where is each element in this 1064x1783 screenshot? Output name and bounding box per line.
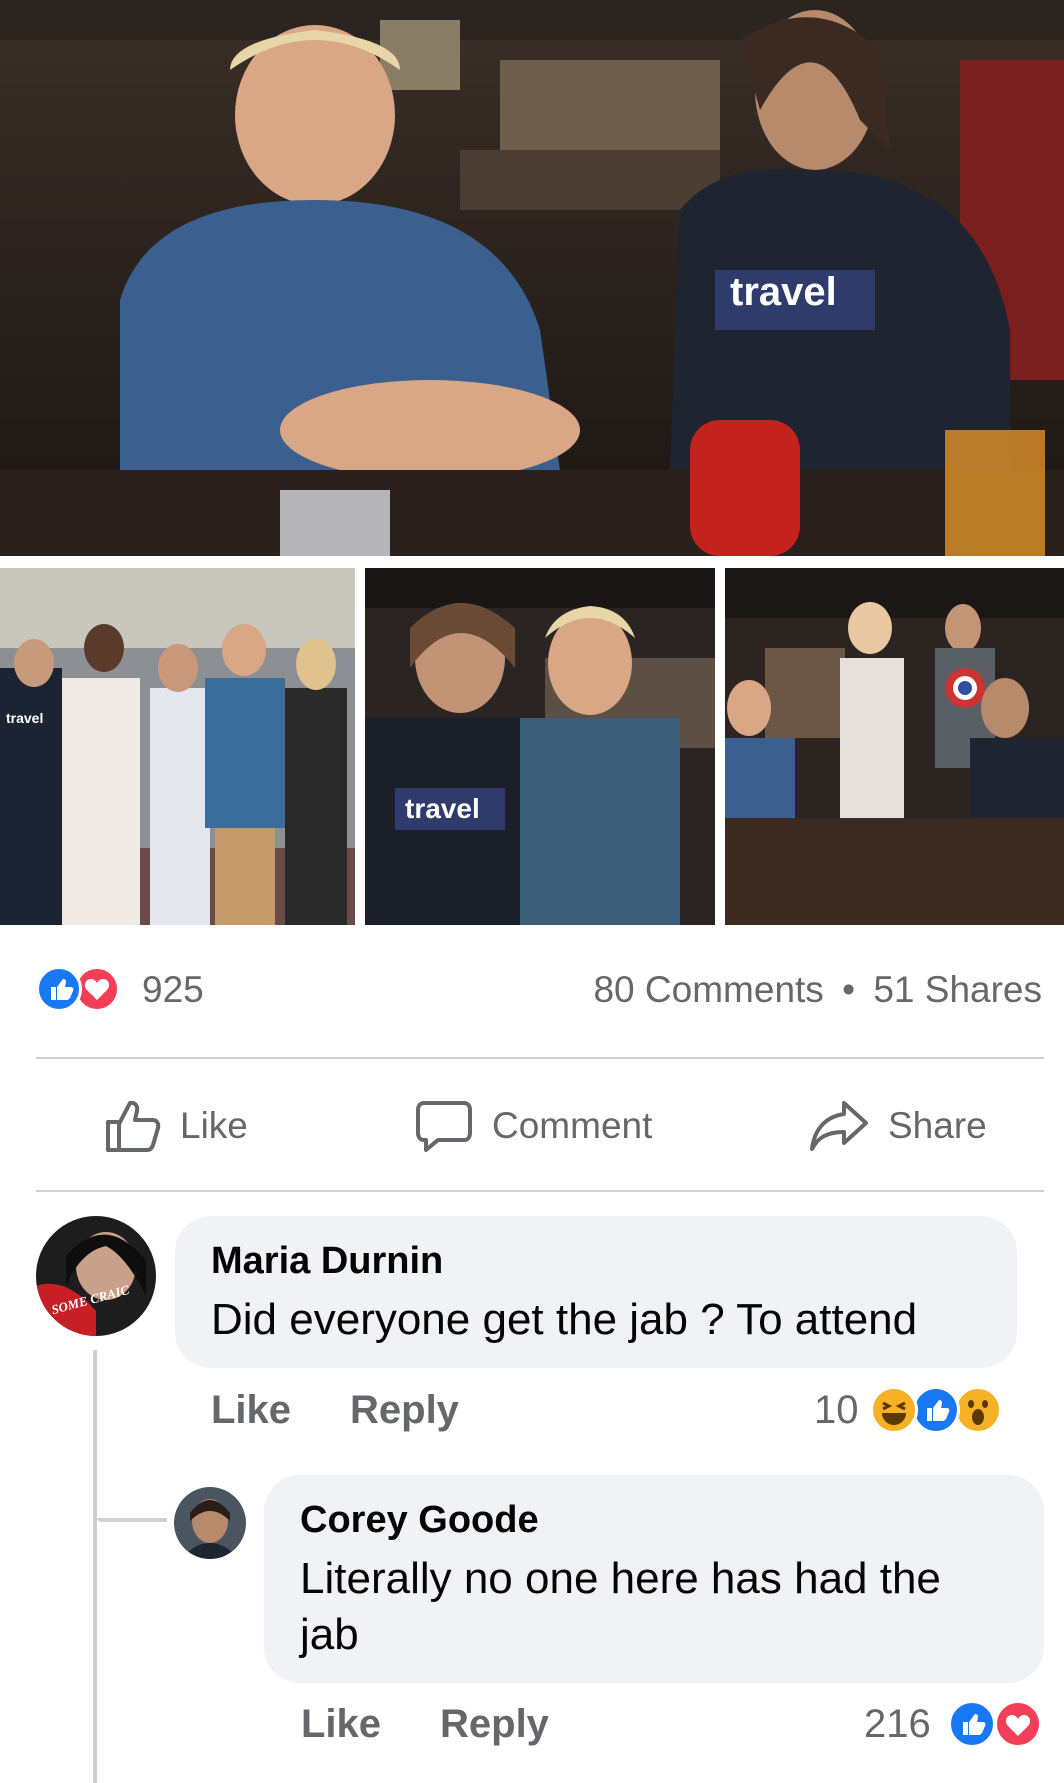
comment-like-button[interactable]: Like (301, 1700, 381, 1748)
share-icon (810, 1101, 868, 1151)
comment-bubble[interactable]: Corey Goode Literally no one here has ha… (264, 1475, 1044, 1683)
comment-reply-button[interactable]: Reply (350, 1386, 459, 1434)
post-stats: 80 Comments • 51 Shares (593, 968, 1042, 1012)
divider (36, 1057, 1044, 1059)
shares-count[interactable]: 51 Shares (873, 969, 1042, 1010)
share-label: Share (888, 1105, 987, 1146)
svg-text:travel: travel (730, 270, 837, 314)
comment-like-button[interactable]: Like (211, 1386, 291, 1434)
comment-button[interactable]: Comment (414, 1096, 652, 1156)
svg-text:travel: travel (405, 793, 480, 824)
like-reaction-icon (948, 1700, 996, 1748)
comments-count[interactable]: 80 Comments (593, 969, 823, 1010)
divider (36, 1190, 1044, 1192)
comment-reaction-count[interactable]: 216 (864, 1700, 931, 1748)
comment-author[interactable]: Maria Durnin (211, 1238, 443, 1284)
haha-reaction-icon (870, 1386, 918, 1434)
comment-label: Comment (492, 1105, 653, 1146)
like-button[interactable]: Like (104, 1096, 248, 1156)
like-reaction-icon (912, 1386, 960, 1434)
photo-grid-3[interactable] (725, 568, 1064, 925)
wow-reaction-icon (954, 1386, 1002, 1434)
photo-grid-1[interactable]: travel (0, 568, 355, 925)
like-reaction-icon (36, 966, 82, 1012)
comment-author[interactable]: Corey Goode (300, 1497, 539, 1543)
comment-text: Did everyone get the jab ? To attend (211, 1295, 918, 1344)
stats-separator: • (842, 969, 856, 1010)
comment-reaction-count[interactable]: 10 (814, 1386, 859, 1434)
reactions-summary[interactable] (36, 966, 136, 1014)
comment-icon (416, 1101, 472, 1152)
comment-reply-button[interactable]: Reply (440, 1700, 549, 1748)
love-reaction-icon (994, 1700, 1042, 1748)
share-button[interactable]: Share (808, 1096, 987, 1156)
comment-bubble[interactable]: Maria Durnin Did everyone get the jab ? … (175, 1216, 1017, 1368)
photo-main[interactable]: travel (0, 0, 1064, 556)
photo-grid-2[interactable]: travel (365, 568, 715, 925)
avatar[interactable] (174, 1487, 246, 1559)
like-label: Like (180, 1105, 248, 1146)
comment-text: Literally no one here has had the jab (300, 1554, 941, 1659)
reaction-count[interactable]: 925 (142, 968, 204, 1012)
reply-thread-line (93, 1350, 97, 1783)
svg-text:travel: travel (6, 710, 43, 726)
reply-thread-connector (97, 1518, 167, 1522)
avatar[interactable]: SOME CRAIC (36, 1216, 156, 1336)
thumbs-up-icon (106, 1100, 161, 1152)
